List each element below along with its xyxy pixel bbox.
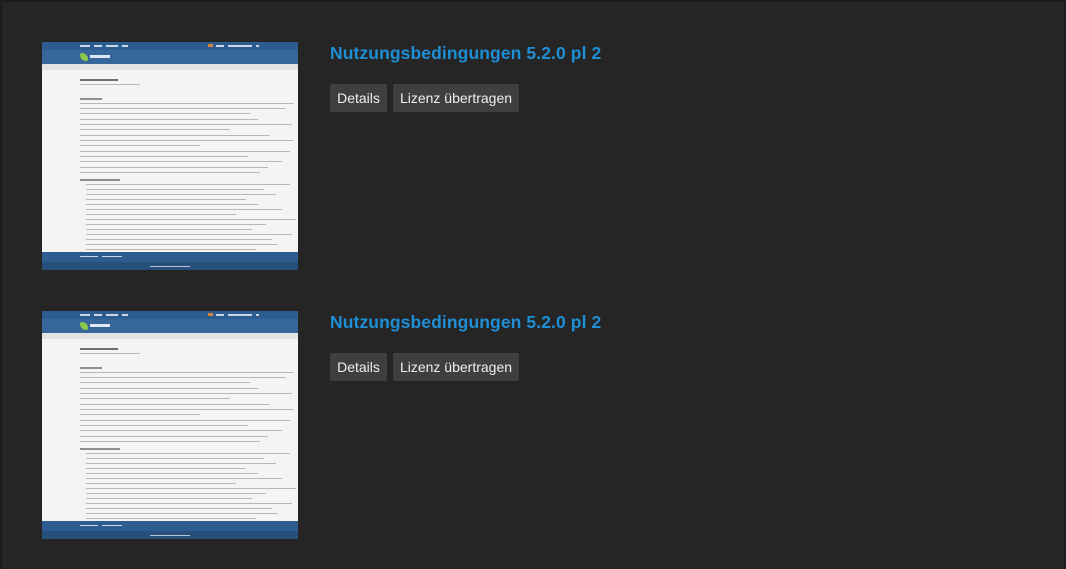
flag-icon — [208, 44, 213, 47]
details-button[interactable]: Details — [330, 353, 387, 381]
details-button[interactable]: Details — [330, 84, 387, 112]
item-title[interactable]: Nutzungsbedingungen 5.2.0 pl 2 — [330, 43, 601, 64]
list-item: Nutzungsbedingungen 5.2.0 pl 2 Details L… — [42, 311, 1042, 541]
item-title[interactable]: Nutzungsbedingungen 5.2.0 pl 2 — [330, 312, 601, 333]
thumb-footer — [42, 252, 298, 262]
list-item: Nutzungsbedingungen 5.2.0 pl 2 Details L… — [42, 42, 1042, 272]
plugin-list-panel: Nutzungsbedingungen 5.2.0 pl 2 Details L… — [2, 2, 1064, 569]
transfer-license-button[interactable]: Lizenz übertragen — [393, 353, 519, 381]
thumb-breadcrumb — [42, 64, 298, 70]
thumb-breadcrumb — [42, 333, 298, 339]
thumb-topbar — [42, 42, 298, 50]
thumb-footer — [42, 521, 298, 531]
flag-icon — [208, 313, 213, 316]
preview-thumbnail — [42, 311, 298, 539]
transfer-license-button[interactable]: Lizenz übertragen — [393, 84, 519, 112]
preview-thumbnail — [42, 42, 298, 270]
thumb-topbar — [42, 311, 298, 319]
